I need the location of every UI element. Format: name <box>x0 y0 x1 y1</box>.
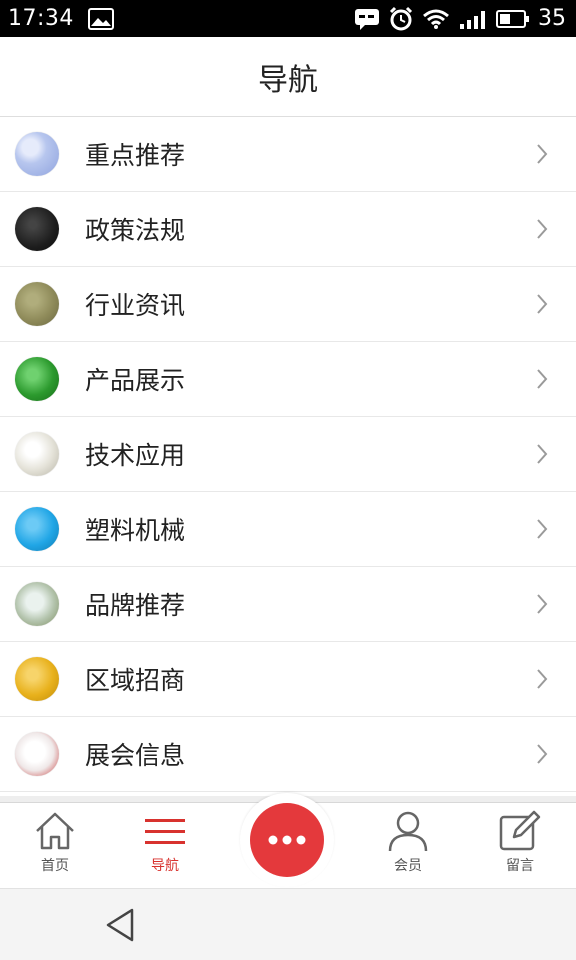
system-nav-bar <box>0 888 576 960</box>
nav-item-label: 区域招商 <box>85 666 186 695</box>
back-triangle-icon[interactable] <box>104 907 136 943</box>
nav-item-products[interactable]: 产品展示 <box>0 342 576 417</box>
header: 导航 <box>0 37 576 117</box>
nav-item-tech[interactable]: 技术应用 <box>0 417 576 492</box>
tech-thumb <box>15 432 59 476</box>
brands-thumb <box>15 582 59 626</box>
chevron-right-icon <box>537 594 548 614</box>
status-bar: 17:34 35 <box>0 0 576 37</box>
nav-item-label: 品牌推荐 <box>85 591 186 620</box>
nav-item-machinery[interactable]: 塑料机械 <box>0 492 576 567</box>
image-icon <box>87 7 114 30</box>
nav-item-label: 技术应用 <box>85 441 186 470</box>
nav-item-featured[interactable]: 重点推荐 <box>0 117 576 192</box>
machinery-thumb <box>15 507 59 551</box>
nav-item-label: 塑料机械 <box>85 516 186 545</box>
chevron-right-icon <box>537 444 548 464</box>
products-thumb <box>15 357 59 401</box>
tab-nav[interactable]: 导航 <box>115 809 215 883</box>
tab-member[interactable]: 会员 <box>358 809 458 883</box>
menu-icon <box>145 819 185 844</box>
chevron-right-icon <box>537 219 548 239</box>
user-icon <box>388 811 428 852</box>
featured-thumb <box>15 132 59 176</box>
nav-item-label: 重点推荐 <box>85 141 186 170</box>
nav-item-label: 展会信息 <box>85 741 186 770</box>
policy-thumb <box>15 207 59 251</box>
tab-message-label: 留言 <box>506 858 534 874</box>
home-icon <box>36 812 74 850</box>
chevron-right-icon <box>537 744 548 764</box>
wifi-icon <box>422 8 450 30</box>
nav-item-label: 政策法规 <box>85 216 186 245</box>
regional-thumb <box>15 657 59 701</box>
nav-item-regional[interactable]: 区域招商 <box>0 642 576 717</box>
tab-message[interactable]: 留言 <box>470 809 570 883</box>
nav-item-news[interactable]: 行业资讯 <box>0 267 576 342</box>
chevron-right-icon <box>537 144 548 164</box>
news-thumb <box>15 282 59 326</box>
alarm-icon <box>388 6 414 32</box>
page-title: 导航 <box>258 62 318 98</box>
nav-list: 重点推荐 政策法规 行业资讯 产品展示 技术应用 塑料机械 品牌推荐 区域招商 <box>0 117 576 792</box>
chevron-right-icon <box>537 369 548 389</box>
chevron-right-icon <box>537 519 548 539</box>
message-icon <box>354 7 380 31</box>
battery-percent: 35 <box>538 6 566 31</box>
chevron-right-icon <box>537 669 548 689</box>
chevron-right-icon <box>537 294 548 314</box>
nav-item-exhibition[interactable]: 展会信息 <box>0 717 576 792</box>
nav-item-brands[interactable]: 品牌推荐 <box>0 567 576 642</box>
more-dots-icon <box>268 835 306 845</box>
nav-item-label: 产品展示 <box>85 366 186 395</box>
tab-member-label: 会员 <box>394 858 422 874</box>
nav-item-policy[interactable]: 政策法规 <box>0 192 576 267</box>
signal-icon <box>458 8 488 30</box>
tab-nav-label: 导航 <box>151 858 179 874</box>
battery-icon <box>496 9 530 29</box>
tab-home[interactable]: 首页 <box>5 809 105 883</box>
tab-home-label: 首页 <box>41 858 69 874</box>
nav-item-label: 行业资讯 <box>85 291 186 320</box>
status-time: 17:34 <box>8 6 74 31</box>
more-button[interactable] <box>250 803 324 877</box>
edit-icon <box>499 810 541 851</box>
exhibition-thumb <box>15 732 59 776</box>
